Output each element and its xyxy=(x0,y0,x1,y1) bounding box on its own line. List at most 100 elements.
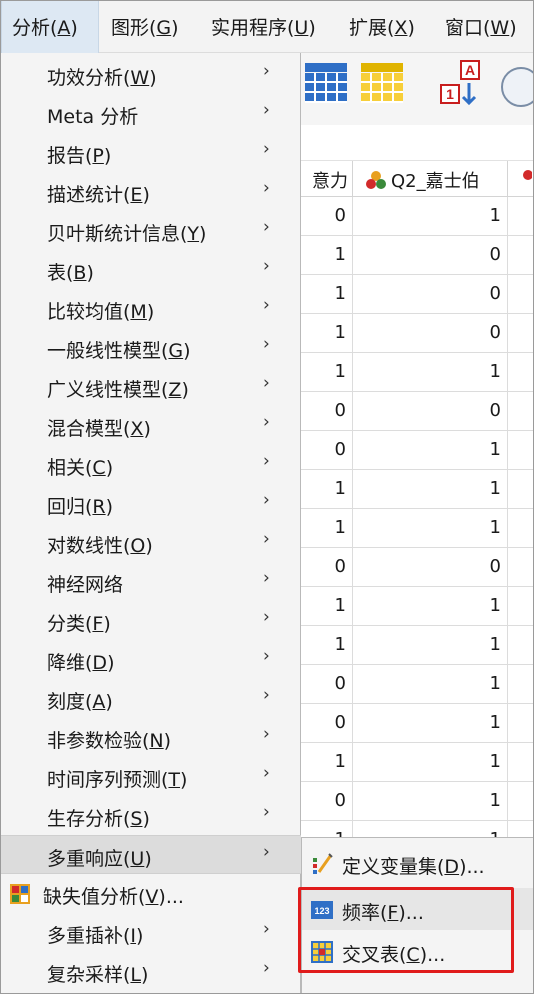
menu-item-16[interactable]: 刻度(A) › xyxy=(1,679,301,718)
cell-next[interactable] xyxy=(508,782,533,821)
cell-next[interactable] xyxy=(508,275,533,314)
cell-attention[interactable]: 0 xyxy=(301,665,353,704)
table-row: 11 xyxy=(301,743,533,782)
cell-attention[interactable]: 1 xyxy=(301,509,353,548)
menu-item-14[interactable]: 分类(F) › xyxy=(1,601,301,640)
cell-q2[interactable]: 1 xyxy=(353,626,508,665)
menu-analyze[interactable]: 分析(A) xyxy=(1,1,99,53)
submenu-arrow-icon: › xyxy=(263,139,270,159)
crosstabs-icon xyxy=(311,941,333,963)
column-header-q2[interactable]: Q2_嘉士伯 xyxy=(353,161,508,197)
cell-attention[interactable]: 0 xyxy=(301,392,353,431)
menu-item-15[interactable]: 降维(D) › xyxy=(1,640,301,679)
cell-attention[interactable]: 1 xyxy=(301,275,353,314)
menu-item-18[interactable]: 时间序列预测(T) › xyxy=(1,757,301,796)
cell-q2[interactable]: 0 xyxy=(353,314,508,353)
cell-attention[interactable]: 1 xyxy=(301,353,353,392)
circle-tool-icon[interactable] xyxy=(501,67,533,107)
menu-item-8[interactable]: 广义线性模型(Z) › xyxy=(1,367,301,406)
menu-item-2[interactable]: 报告(P) › xyxy=(1,133,301,172)
cell-q2[interactable]: 0 xyxy=(353,392,508,431)
menu-item-22[interactable]: 多重插补(I) › xyxy=(1,913,301,952)
cell-q2[interactable]: 1 xyxy=(353,353,508,392)
submenu-arrow-icon: › xyxy=(263,490,270,510)
menu-item-0[interactable]: 功效分析(W) › xyxy=(1,55,301,94)
column-header-next[interactable] xyxy=(508,161,533,197)
menu-item-21[interactable]: 缺失值分析(V)... xyxy=(1,874,301,913)
table-row: 11 xyxy=(301,470,533,509)
submenu-arrow-icon: › xyxy=(263,256,270,276)
cell-next[interactable] xyxy=(508,431,533,470)
table-row: 11 xyxy=(301,509,533,548)
data-view-grid-icon[interactable] xyxy=(305,63,347,103)
submenu-arrow-icon: › xyxy=(263,919,270,939)
cell-next[interactable] xyxy=(508,509,533,548)
cell-q2[interactable]: 0 xyxy=(353,548,508,587)
frequencies-icon: 123 xyxy=(311,901,333,919)
table-row: 11 xyxy=(301,587,533,626)
cell-attention[interactable]: 0 xyxy=(301,431,353,470)
cell-next[interactable] xyxy=(508,626,533,665)
submenu-arrow-icon: › xyxy=(263,178,270,198)
menu-item-9[interactable]: 混合模型(X) › xyxy=(1,406,301,445)
cell-attention[interactable]: 1 xyxy=(301,470,353,509)
menu-item-6[interactable]: 比较均值(M) › xyxy=(1,289,301,328)
cell-next[interactable] xyxy=(508,392,533,431)
menu-item-11[interactable]: 回归(R) › xyxy=(1,484,301,523)
cell-attention[interactable]: 1 xyxy=(301,626,353,665)
cell-next[interactable] xyxy=(508,704,533,743)
submenu-arrow-icon: › xyxy=(263,373,270,393)
menu-graphs[interactable]: 图形(G) xyxy=(111,13,179,40)
menu-item-13[interactable]: 神经网络 › xyxy=(1,562,301,601)
cell-next[interactable] xyxy=(508,665,533,704)
cell-q2[interactable]: 1 xyxy=(353,743,508,782)
sort-cases-icon[interactable]: A 1 xyxy=(439,59,485,109)
variable-table-icon[interactable] xyxy=(361,63,403,103)
cell-next[interactable] xyxy=(508,743,533,782)
cell-next[interactable] xyxy=(508,548,533,587)
cell-next[interactable] xyxy=(508,236,533,275)
cell-q2[interactable]: 0 xyxy=(353,275,508,314)
menu-item-17[interactable]: 非参数检验(N) › xyxy=(1,718,301,757)
menu-item-4[interactable]: 贝叶斯统计信息(Y) › xyxy=(1,211,301,250)
menu-utilities[interactable]: 实用程序(U) xyxy=(211,13,316,40)
submenu-define-variable-sets[interactable]: 定义变量集(D)... xyxy=(302,842,533,884)
cell-attention[interactable]: 1 xyxy=(301,743,353,782)
menu-item-3[interactable]: 描述统计(E) › xyxy=(1,172,301,211)
cell-attention[interactable]: 1 xyxy=(301,587,353,626)
cell-next[interactable] xyxy=(508,353,533,392)
menu-item-20[interactable]: 多重响应(U) › xyxy=(1,835,301,874)
cell-q2[interactable]: 1 xyxy=(353,782,508,821)
cell-q2[interactable]: 1 xyxy=(353,197,508,236)
grid-rows: 01101010110001111100111101011101111101 xyxy=(301,197,533,938)
cell-q2[interactable]: 0 xyxy=(353,236,508,275)
submenu-crosstabs[interactable]: 交叉表(C)... xyxy=(302,930,533,972)
submenu-frequencies[interactable]: 123 频率(F)... xyxy=(302,888,533,930)
cell-attention[interactable]: 1 xyxy=(301,236,353,275)
menu-window[interactable]: 窗口(W) xyxy=(445,13,517,40)
menu-item-10[interactable]: 相关(C) › xyxy=(1,445,301,484)
cell-next[interactable] xyxy=(508,587,533,626)
cell-next[interactable] xyxy=(508,314,533,353)
menu-item-7[interactable]: 一般线性模型(G) › xyxy=(1,328,301,367)
cell-q2[interactable]: 1 xyxy=(353,509,508,548)
menu-item-19[interactable]: 生存分析(S) › xyxy=(1,796,301,835)
cell-next[interactable] xyxy=(508,470,533,509)
menu-item-1[interactable]: Meta 分析 › xyxy=(1,94,301,133)
cell-next[interactable] xyxy=(508,197,533,236)
menu-item-12[interactable]: 对数线性(O) › xyxy=(1,523,301,562)
column-header-attention[interactable]: 意力 xyxy=(301,161,353,197)
menu-extensions[interactable]: 扩展(X) xyxy=(349,13,415,40)
cell-attention[interactable]: 0 xyxy=(301,782,353,821)
cell-q2[interactable]: 1 xyxy=(353,704,508,743)
cell-q2[interactable]: 1 xyxy=(353,431,508,470)
cell-q2[interactable]: 1 xyxy=(353,665,508,704)
cell-attention[interactable]: 0 xyxy=(301,197,353,236)
cell-attention[interactable]: 0 xyxy=(301,548,353,587)
cell-attention[interactable]: 1 xyxy=(301,314,353,353)
menu-item-23[interactable]: 复杂采样(L) › xyxy=(1,952,301,991)
cell-q2[interactable]: 1 xyxy=(353,587,508,626)
cell-q2[interactable]: 1 xyxy=(353,470,508,509)
menu-item-5[interactable]: 表(B) › xyxy=(1,250,301,289)
cell-attention[interactable]: 0 xyxy=(301,704,353,743)
